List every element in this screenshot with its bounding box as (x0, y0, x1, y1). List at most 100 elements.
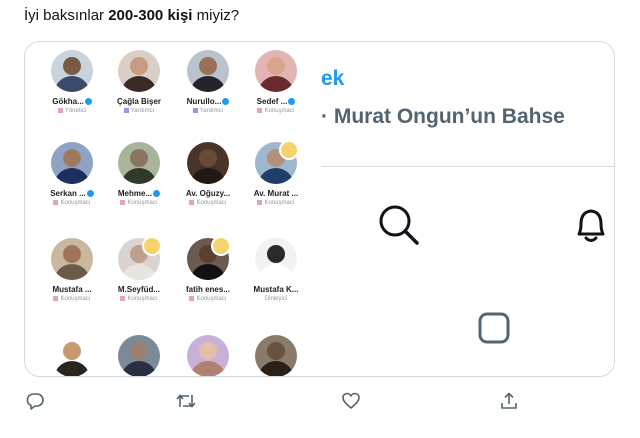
role-icon (257, 199, 263, 205)
like-button[interactable] (336, 388, 366, 418)
participant-item[interactable] (104, 335, 174, 376)
participant-role: Konuşmacı (37, 199, 107, 207)
reply-button[interactable] (20, 388, 50, 418)
avatar (255, 50, 297, 92)
participant-item[interactable]: Av. Murat ... Konuşmacı (241, 140, 311, 207)
participant-role-text: Konuşmacı (264, 200, 295, 206)
avatar (255, 335, 297, 376)
role-icon (257, 107, 263, 113)
role-icon (192, 107, 198, 113)
search-icon (376, 202, 420, 251)
participant-role: Konuşmacı (37, 295, 107, 303)
participant-name: fatih enes... (173, 285, 243, 295)
participant-item[interactable]: M.Seyfüd... Konuşmacı (104, 236, 174, 303)
role-icon (189, 295, 195, 301)
reply-icon (25, 391, 45, 416)
avatar (51, 142, 93, 184)
speaking-mic-icon (142, 236, 162, 256)
role-icon (120, 295, 126, 301)
avatar (187, 335, 229, 376)
participant-item[interactable]: Mustafa ... Konuşmacı (37, 238, 107, 303)
participant-role-text: Yönetici (64, 108, 87, 114)
tweet-text-prefix: İyi baksınlar (24, 7, 109, 24)
participant-item[interactable]: Av. Oğuzy... Konuşmacı (173, 142, 243, 207)
participant-name-text: Gökha... (52, 97, 84, 106)
participant-name-text: fatih enes... (185, 285, 230, 294)
participant-role: Konuşmacı (104, 199, 174, 207)
participant-role-text: Konuşmacı (60, 200, 91, 206)
participant-role-text: Konuşmacı (264, 108, 295, 114)
role-icon (53, 199, 59, 205)
participant-name-text: Nurullo... (186, 97, 222, 106)
participant-name: Av. Oğuzy... (173, 189, 243, 199)
tweet-actions (0, 388, 640, 418)
tweet-text-suffix: miyiz? (192, 7, 240, 24)
space-title: · Murat Ongun’un Bahse (321, 105, 565, 128)
participant-item[interactable]: Çağla Bişer Yardımcı (104, 50, 174, 115)
participant-item[interactable] (173, 335, 243, 376)
participant-item[interactable]: Gökha... Yönetici (37, 50, 107, 115)
participant-name-text: Sedef ... (256, 97, 288, 106)
participant-name: M.Seyfüd... (104, 285, 174, 295)
participant-role: Konuşmacı (173, 295, 243, 303)
participant-role-text: Konuşmacı (196, 296, 227, 302)
participant-item[interactable]: Sedef ... Konuşmacı (241, 50, 311, 115)
participant-item[interactable]: Mehme... Konuşmacı (104, 142, 174, 207)
share-icon (499, 391, 519, 416)
participant-name-text: M.Seyfüd... (117, 285, 161, 294)
verified-badge-icon (84, 98, 92, 106)
participant-item[interactable]: fatih enes... Konuşmacı (173, 236, 243, 303)
participant-name-text: Mustafa ... (52, 285, 92, 294)
role-icon (120, 199, 126, 205)
avatar (187, 50, 229, 92)
avatar (51, 238, 93, 280)
participant-name: Nurullo... (173, 97, 243, 107)
participant-item[interactable]: Serkan ... Konuşmacı (37, 142, 107, 207)
participant-role: Konuşmacı (104, 295, 174, 303)
avatar (187, 142, 229, 184)
tweet-text-kisi: kişi (167, 7, 193, 24)
share-button[interactable] (494, 388, 524, 418)
participant-role: Yardımcı (173, 107, 243, 115)
home-square-icon (476, 310, 512, 351)
participant-name-text: Av. Oğuzy... (185, 189, 231, 198)
tweet-media-card[interactable]: Gökha... Yönetici Çağla Bişer Yardımcı Nurul… (24, 41, 615, 377)
participant-name: Sedef ... (241, 97, 311, 107)
role-icon (123, 107, 129, 113)
participant-name-text: Av. Murat ... (253, 189, 299, 198)
role-icon (53, 295, 59, 301)
participant-role-text: Konuşmacı (127, 200, 158, 206)
participant-role: Konuşmacı (241, 199, 311, 207)
divider (321, 166, 614, 167)
verified-badge-icon (153, 190, 161, 198)
participant-role: Konuşmacı (173, 199, 243, 207)
participant-item[interactable] (37, 335, 107, 376)
participant-name-text: Mehme... (117, 189, 153, 198)
verified-badge-icon (288, 98, 296, 106)
participant-name: Gökha... (37, 97, 107, 107)
avatar (51, 335, 93, 376)
retweet-button[interactable] (171, 388, 201, 418)
verified-badge-icon (222, 98, 230, 106)
participant-role-text: Konuşmacı (196, 200, 227, 206)
avatar (118, 50, 160, 92)
participant-item[interactable] (241, 335, 311, 376)
participant-item[interactable]: Nurullo... Yardımcı (173, 50, 243, 115)
tweet-text: İyi baksınlar 200-300 kişi miyiz? (24, 6, 239, 26)
like-icon (341, 391, 361, 416)
speaking-mic-icon (211, 236, 231, 256)
avatar (255, 238, 297, 280)
verified-badge-icon (86, 190, 94, 198)
participant-name: Mehme... (104, 189, 174, 199)
space-title-fragment: ek (321, 67, 345, 90)
avatar (118, 142, 160, 184)
participant-name: Mustafa K... (241, 285, 311, 295)
participant-name-text: Serkan ... (50, 189, 86, 198)
spaces-screenshot-panel: ek · Murat Ongun’un Bahse (321, 42, 614, 376)
participant-role-text: Konuşmacı (127, 296, 158, 302)
participant-role-text: Yardımcı (130, 108, 155, 114)
avatar (51, 50, 93, 92)
participant-item[interactable]: Mustafa K... Dinleyici (241, 238, 311, 303)
participant-name-text: Çağla Bişer (116, 97, 162, 106)
bell-icon (569, 202, 613, 251)
